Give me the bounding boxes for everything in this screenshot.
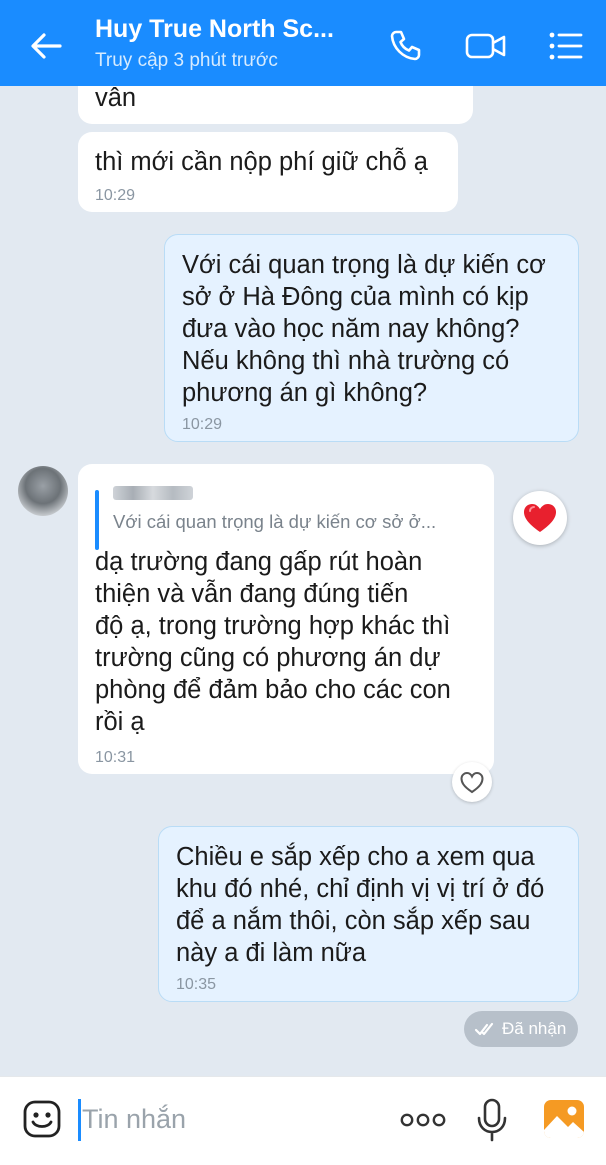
photo-icon[interactable]: [542, 1097, 586, 1141]
message-bubble[interactable]: vẫn: [78, 86, 473, 124]
text-cursor: [78, 1099, 81, 1141]
message-text: Chiều e sắp xếp cho a xem qua khu đó nhé…: [176, 843, 545, 967]
double-check-icon: [474, 1022, 494, 1036]
message-bubble[interactable]: Chiều e sắp xếp cho a xem qua khu đó nhé…: [158, 826, 579, 1002]
quoted-message[interactable]: Với cái quan trọng là dự kiến cơ sở ở...: [95, 486, 477, 550]
delivery-status-label: Đã nhận: [502, 1019, 567, 1038]
message-time: 10:35: [176, 976, 217, 993]
heart-reaction[interactable]: [513, 491, 567, 545]
react-button[interactable]: [452, 762, 492, 802]
contact-name[interactable]: Huy True North Sc...: [95, 15, 334, 44]
message-time: 10:29: [182, 416, 223, 433]
message-text: dạ trường đang gấp rút hoàn thiện và vẫn…: [95, 548, 451, 736]
emoji-icon[interactable]: [22, 1099, 62, 1139]
menu-icon[interactable]: [545, 26, 585, 66]
delivery-status-badge: Đã nhận: [464, 1011, 578, 1047]
message-text: vẫn: [95, 86, 137, 112]
last-seen-status: Truy cập 3 phút trước: [95, 50, 278, 71]
message-text: thì mới cần nộp phí giữ chỗ ạ: [95, 148, 428, 176]
message-text: Với cái quan trọng là dự kiến cơ sở ở Hà…: [182, 251, 546, 407]
more-icon[interactable]: [400, 1109, 446, 1131]
chat-header: Huy True North Sc... Truy cập 3 phút trư…: [0, 0, 606, 86]
quoted-sender-blurred: [113, 486, 193, 500]
back-arrow-icon[interactable]: [26, 26, 66, 66]
message-composer: Tin nhắn: [0, 1076, 606, 1165]
message-input[interactable]: Tin nhắn: [82, 1104, 186, 1135]
microphone-icon[interactable]: [474, 1097, 510, 1143]
avatar[interactable]: [18, 466, 68, 516]
message-bubble[interactable]: Với cái quan trọng là dự kiến cơ sở ở...…: [78, 464, 494, 774]
message-time: 10:31: [95, 749, 136, 766]
message-bubble[interactable]: thì mới cần nộp phí giữ chỗ ạ 10:29: [78, 132, 458, 212]
quoted-text: Với cái quan trọng là dự kiến cơ sở ở...: [113, 511, 437, 532]
message-list[interactable]: vẫn thì mới cần nộp phí giữ chỗ ạ 10:29 …: [0, 86, 606, 1076]
heart-icon: [524, 504, 556, 532]
message-time: 10:29: [95, 187, 136, 204]
video-call-icon[interactable]: [464, 26, 508, 66]
phone-icon[interactable]: [385, 26, 425, 66]
message-bubble[interactable]: Với cái quan trọng là dự kiến cơ sở ở Hà…: [164, 234, 579, 442]
quote-bar: [95, 490, 99, 550]
heart-outline-icon: [460, 771, 484, 794]
